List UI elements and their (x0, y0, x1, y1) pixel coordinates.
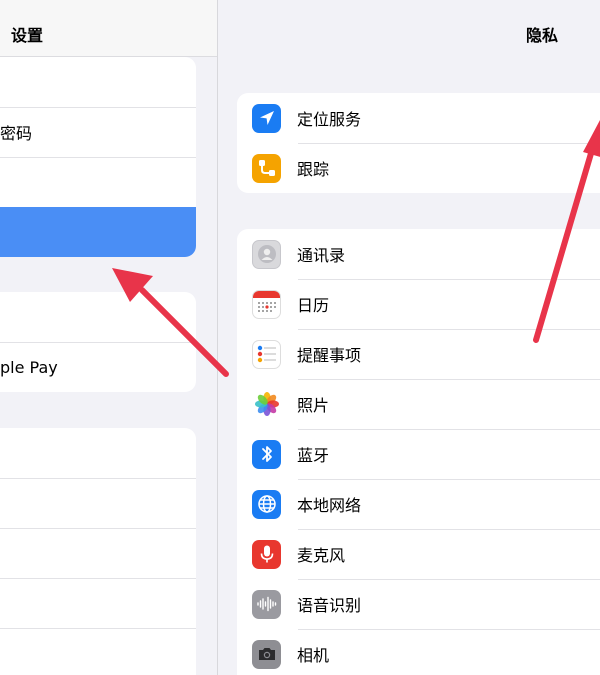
settings-group-2: ple Pay (0, 292, 196, 392)
photos-icon (252, 389, 281, 419)
settings-item-label: 密码 (0, 124, 33, 143)
bluetooth-icon (252, 439, 281, 469)
settings-item[interactable] (0, 292, 196, 342)
settings-item[interactable] (0, 157, 196, 207)
settings-item[interactable] (0, 57, 196, 107)
privacy-item-label: 照片 (297, 396, 330, 415)
privacy-group-1: 定位服务 跟踪 (237, 93, 600, 193)
privacy-item-camera[interactable]: 相机 (237, 629, 600, 675)
privacy-item-speech-recognition[interactable]: 语音识别 (237, 579, 600, 629)
settings-header: 设置 (0, 0, 217, 57)
contacts-icon (252, 239, 281, 269)
reminders-icon (252, 339, 281, 369)
privacy-item-reminders[interactable]: 提醒事项 (237, 329, 600, 379)
settings-item[interactable] (0, 528, 196, 578)
privacy-item-label: 语音识别 (297, 596, 362, 615)
settings-item[interactable] (0, 578, 196, 628)
settings-sidebar: 设置 密码 ple Pay (0, 0, 218, 675)
privacy-item-label: 日历 (297, 296, 330, 315)
privacy-item-microphone[interactable]: 麦克风 (237, 529, 600, 579)
settings-item[interactable] (0, 478, 196, 528)
privacy-item-label: 本地网络 (297, 496, 362, 515)
settings-title: 设置 (11, 26, 44, 45)
calendar-icon (252, 289, 281, 319)
privacy-item-label: 跟踪 (297, 160, 330, 179)
settings-item[interactable] (0, 428, 196, 478)
tracking-icon (252, 153, 281, 183)
privacy-item-photos[interactable]: 照片 (237, 379, 600, 429)
camera-icon (252, 639, 281, 669)
privacy-item-contacts[interactable]: 通讯录 (237, 229, 600, 279)
settings-item-wallet-apple-pay[interactable]: ple Pay (0, 342, 196, 392)
privacy-item-label: 相机 (297, 646, 330, 665)
privacy-panel: 隐私 定位服务 跟踪 通讯录 日历 提醒事项 照片 蓝牙 本地网络 麦克风 语音… (218, 0, 600, 675)
privacy-item-label: 提醒事项 (297, 346, 362, 365)
settings-item-label: ple Pay (0, 357, 58, 377)
privacy-item-bluetooth[interactable]: 蓝牙 (237, 429, 600, 479)
globe-icon (252, 489, 281, 519)
privacy-item-location-services[interactable]: 定位服务 (237, 93, 600, 143)
microphone-icon (252, 539, 281, 569)
settings-group-1: 密码 (0, 57, 196, 257)
privacy-item-label: 蓝牙 (297, 446, 330, 465)
privacy-item-label: 定位服务 (297, 110, 362, 129)
location-arrow-icon (252, 103, 281, 133)
privacy-item-label: 通讯录 (297, 246, 346, 265)
privacy-group-2: 通讯录 日历 提醒事项 照片 蓝牙 本地网络 麦克风 语音识别 相机 (237, 229, 600, 675)
privacy-item-label: 麦克风 (297, 546, 346, 565)
settings-item-password[interactable]: 密码 (0, 107, 196, 157)
privacy-item-calendar[interactable]: 日历 (237, 279, 600, 329)
privacy-item-local-network[interactable]: 本地网络 (237, 479, 600, 529)
waveform-icon (252, 589, 281, 619)
privacy-item-tracking[interactable]: 跟踪 (237, 143, 600, 193)
page-title: 隐私 (526, 26, 559, 45)
settings-item[interactable] (0, 628, 196, 675)
settings-group-3 (0, 428, 196, 675)
settings-item-privacy-selected[interactable] (0, 207, 196, 257)
